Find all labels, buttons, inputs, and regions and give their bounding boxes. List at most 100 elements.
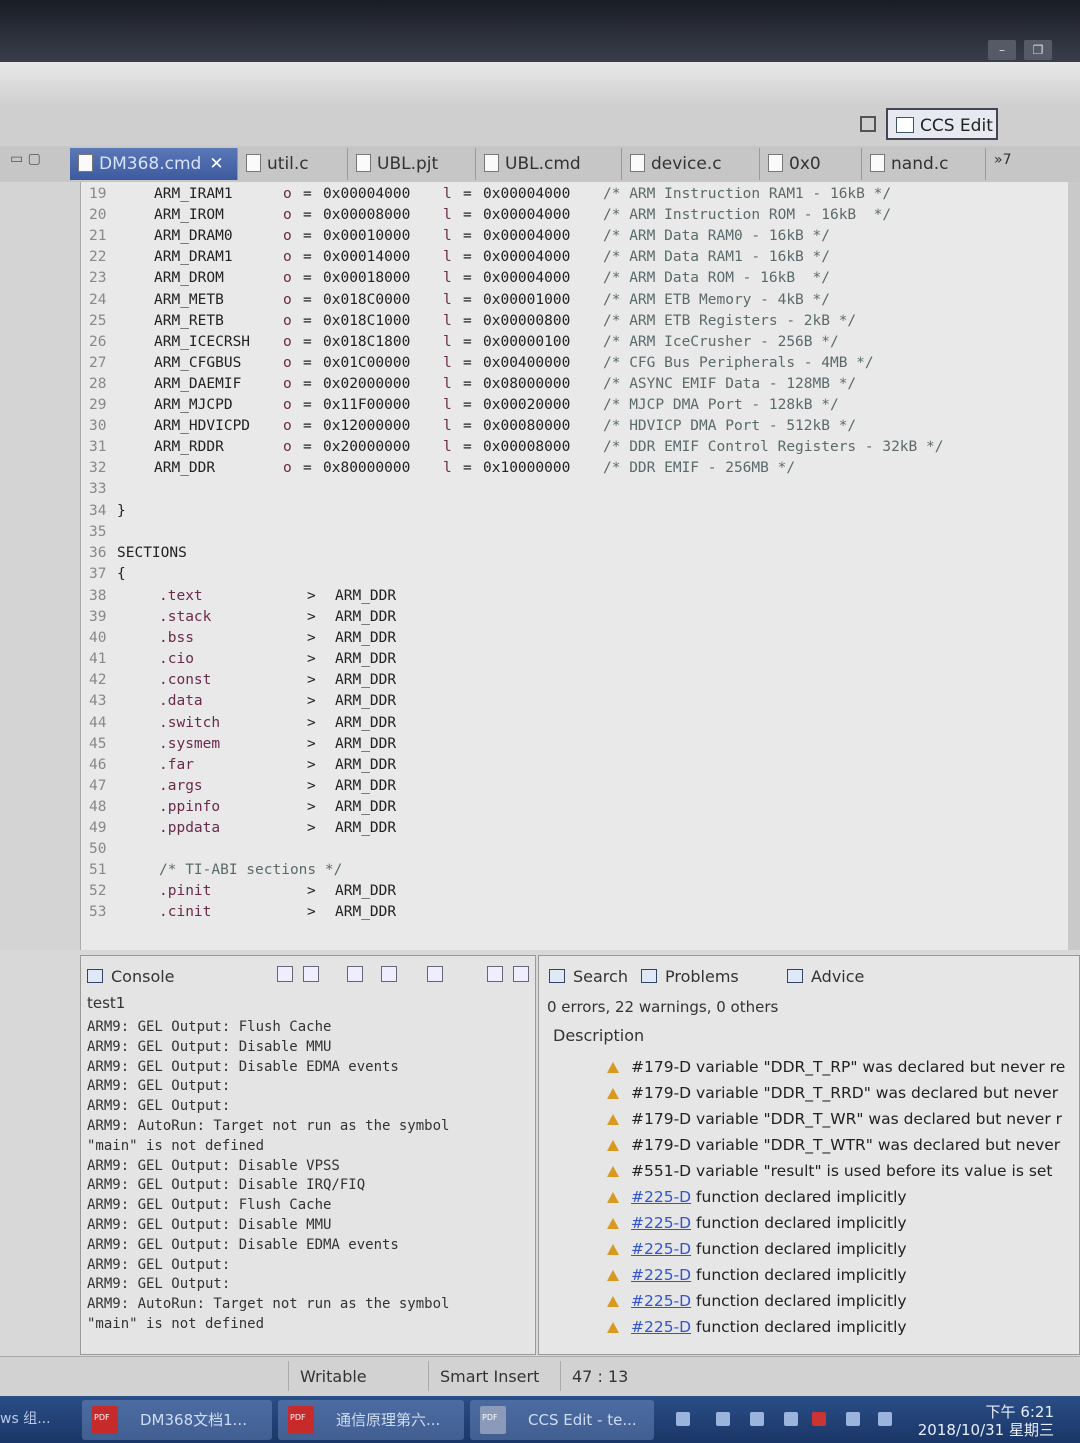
code-line[interactable]: 27 ARM_CFGBUS o = 0x01C00000 l = 0x00400000 /* C… <box>81 353 1069 374</box>
tab-util-c[interactable]: util.c <box>238 148 348 180</box>
memory-region-name: ARM_CFGBUS <box>154 354 242 371</box>
code-line[interactable]: 35 <box>81 522 1069 543</box>
problem-item[interactable]: #179-D variable "DDR_T_WR" was declared … <box>631 1110 1062 1128</box>
code-line[interactable]: 49 .ppdata > ARM_DDR <box>81 818 1069 839</box>
code-line[interactable]: 33 <box>81 479 1069 500</box>
problem-code[interactable]: #225-D <box>631 1318 691 1336</box>
problem-item[interactable]: #179-D variable "DDR_T_WTR" was declared… <box>631 1136 1060 1154</box>
problems-tab[interactable]: Problems <box>641 964 739 990</box>
code-line[interactable]: 51 /* TI-ABI sections */ <box>81 860 1069 881</box>
problem-item[interactable]: #225-D function declared implicitly <box>631 1214 907 1232</box>
code-line[interactable]: 19 ARM_IRAM1 o = 0x00004000 l = 0x00004000 /* AR… <box>81 184 1069 205</box>
minimize-maximize-icon[interactable]: ▭ ▢ <box>10 151 41 167</box>
perspective-ccs-edit-button[interactable]: CCS Edit <box>886 108 998 140</box>
code-line[interactable]: 29 ARM_MJCPD o = 0x11F00000 l = 0x00020000 /* MJ… <box>81 395 1069 416</box>
search-tab[interactable]: Search <box>549 964 628 990</box>
code-line[interactable]: 28 ARM_DAEMIF o = 0x02000000 l = 0x08000000 /* A… <box>81 374 1069 395</box>
minimize-panel-icon[interactable] <box>487 966 503 982</box>
code-line[interactable]: 30 ARM_HDVICPD o = 0x12000000 l = 0x00080000 /* … <box>81 416 1069 437</box>
problem-code[interactable]: #225-D <box>631 1266 691 1284</box>
code-line[interactable]: 26 ARM_ICECRSH o = 0x018C1800 l = 0x00000100 /* … <box>81 332 1069 353</box>
problem-item[interactable]: #225-D function declared implicitly <box>631 1240 907 1258</box>
taskbar-clock[interactable]: 下午 6:21 2018/10/31 星期三 <box>918 1403 1054 1439</box>
equals-sign: = <box>303 439 312 456</box>
code-line[interactable]: 42 .const > ARM_DDR <box>81 670 1069 691</box>
code-line[interactable]: 20 ARM_IROM o = 0x00008000 l = 0x00004000 /* ARM… <box>81 205 1069 226</box>
code-line[interactable]: 50 <box>81 839 1069 860</box>
code-line[interactable]: 24 ARM_METB o = 0x018C0000 l = 0x00001000 /* ARM… <box>81 290 1069 311</box>
code-line[interactable]: 43 .data > ARM_DDR <box>81 691 1069 712</box>
code-line[interactable]: 37 { <box>81 564 1069 585</box>
code-line[interactable]: 47 .args > ARM_DDR <box>81 776 1069 797</box>
code-line[interactable]: 52 .pinit > ARM_DDR <box>81 881 1069 902</box>
close-tab-icon[interactable]: ✕ <box>209 154 223 174</box>
code-line[interactable]: 38 .text > ARM_DDR <box>81 586 1069 607</box>
minimize-window-icon[interactable]: – <box>988 40 1016 60</box>
problem-item[interactable]: #225-D function declared implicitly <box>631 1318 907 1336</box>
taskbar-item-dm368[interactable]: DM368文档1... <box>82 1400 272 1440</box>
clear-console-icon[interactable] <box>277 966 293 982</box>
tab-nand-c[interactable]: nand.c <box>862 148 986 180</box>
tab-dm368-cmd[interactable]: DM368.cmd ✕ <box>70 148 238 180</box>
tray-keyboard-icon[interactable] <box>878 1412 892 1426</box>
problem-item[interactable]: #179-D variable "DDR_T_RRD" was declared… <box>631 1084 1058 1102</box>
code-line[interactable]: 31 ARM_RDDR o = 0x20000000 l = 0x00008000 /* DDR… <box>81 437 1069 458</box>
tray-display-icon[interactable] <box>750 1412 764 1426</box>
tray-network-icon[interactable] <box>676 1412 690 1426</box>
section-target: ARM_DDR <box>335 693 397 710</box>
code-line[interactable]: 32 ARM_DDR o = 0x80000000 l = 0x10000000 /* DDR … <box>81 458 1069 479</box>
pin-console-icon[interactable] <box>347 966 363 982</box>
code-line[interactable]: 39 .stack > ARM_DDR <box>81 607 1069 628</box>
tray-ime-icon[interactable] <box>846 1412 860 1426</box>
tab-ubl-pjt[interactable]: UBL.pjt <box>348 148 476 180</box>
tab-device-c[interactable]: device.c <box>622 148 760 180</box>
open-perspective-icon[interactable] <box>860 116 876 132</box>
code-line[interactable]: 41 .cio > ARM_DDR <box>81 649 1069 670</box>
taskbar-item-textbook[interactable]: 通信原理第六... <box>278 1400 464 1440</box>
taskbar-start-fragment[interactable]: ws 组... <box>0 1408 51 1428</box>
console-line: ARM9: GEL Output: Disable EDMA events <box>87 1236 399 1253</box>
code-line[interactable]: 40 .bss > ARM_DDR <box>81 628 1069 649</box>
code-line[interactable]: 36 SECTIONS <box>81 543 1069 564</box>
problem-code[interactable]: #225-D <box>631 1214 691 1232</box>
code-line[interactable]: 34} <box>81 501 1069 522</box>
editor-scrollbar[interactable] <box>1068 182 1080 950</box>
status-writable: Writable <box>300 1367 367 1386</box>
problem-code[interactable]: #225-D <box>631 1240 691 1258</box>
code-line[interactable]: 25 ARM_RETB o = 0x018C1000 l = 0x00000800 /* ARM… <box>81 311 1069 332</box>
code-line[interactable]: 45 .sysmem > ARM_DDR <box>81 734 1069 755</box>
problem-code[interactable]: #225-D <box>631 1188 691 1206</box>
tab-overflow-chevron[interactable]: »7 <box>994 152 1011 168</box>
problem-item[interactable]: #225-D function declared implicitly <box>631 1188 907 1206</box>
console-tab[interactable]: Console <box>87 964 175 990</box>
c-file-icon <box>630 154 645 172</box>
tab-ubl-cmd[interactable]: UBL.cmd <box>476 148 622 180</box>
code-line[interactable]: 48 .ppinfo > ARM_DDR <box>81 797 1069 818</box>
taskbar-item-ccs[interactable]: CCS Edit - te... <box>470 1400 654 1440</box>
code-line[interactable]: 44 .switch > ARM_DDR <box>81 713 1069 734</box>
restore-window-icon[interactable]: ❐ <box>1024 40 1052 60</box>
section-target: ARM_DDR <box>335 630 397 647</box>
code-line[interactable]: 21 ARM_DRAM0 o = 0x00010000 l = 0x00004000 /* AR… <box>81 226 1069 247</box>
code-line[interactable]: 46 .far > ARM_DDR <box>81 755 1069 776</box>
equals-sign: = <box>303 333 312 350</box>
tray-alert-icon[interactable] <box>812 1412 826 1426</box>
tray-app-icon[interactable] <box>716 1412 730 1426</box>
code-editor[interactable]: 19 ARM_IRAM1 o = 0x00004000 l = 0x00004000/* AR… <box>80 182 1069 950</box>
advice-tab[interactable]: Advice <box>787 964 864 990</box>
description-column-header[interactable]: Description <box>553 1026 644 1045</box>
problem-code[interactable]: #225-D <box>631 1292 691 1310</box>
display-console-icon[interactable] <box>381 966 397 982</box>
open-console-icon[interactable] <box>427 966 443 982</box>
code-line[interactable]: 23 ARM_DROM o = 0x00018000 l = 0x00004000 /* ARM… <box>81 268 1069 289</box>
tab-0x0[interactable]: 0x0 <box>760 148 862 180</box>
problem-item[interactable]: #225-D function declared implicitly <box>631 1292 907 1310</box>
problem-item[interactable]: #179-D variable "DDR_T_RP" was declared … <box>631 1058 1065 1076</box>
scroll-lock-icon[interactable] <box>303 966 319 982</box>
maximize-panel-icon[interactable] <box>513 966 529 982</box>
code-line[interactable]: 53 .cinit > ARM_DDR <box>81 902 1069 923</box>
code-line[interactable]: 22 ARM_DRAM1 o = 0x00014000 l = 0x00004000 /* AR… <box>81 247 1069 268</box>
problem-item[interactable]: #551-D variable "result" is used before … <box>631 1162 1053 1180</box>
problem-item[interactable]: #225-D function declared implicitly <box>631 1266 907 1284</box>
tray-volume-icon[interactable] <box>784 1412 798 1426</box>
